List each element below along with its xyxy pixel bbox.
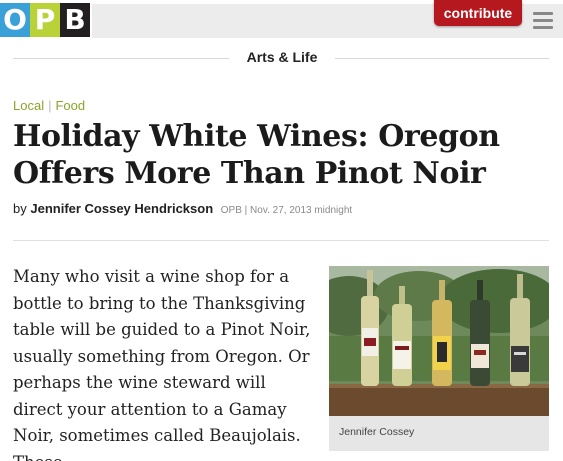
- contribute-button[interactable]: contribute: [434, 0, 522, 26]
- site-header: O P B contribute: [0, 0, 563, 40]
- section-rule-right: [335, 58, 549, 59]
- category-food-link[interactable]: Food: [55, 98, 85, 113]
- category-separator: |: [48, 98, 52, 113]
- logo-letter-o: O: [0, 3, 30, 37]
- category-local-link[interactable]: Local: [13, 98, 44, 113]
- wine-bottles-photo[interactable]: [329, 266, 549, 416]
- section-title[interactable]: Arts & Life: [240, 49, 324, 65]
- logo-letter-b: B: [60, 3, 90, 37]
- byline-prefix: by: [13, 201, 27, 216]
- article-figure: Jennifer Cossey: [329, 266, 549, 451]
- category-links: Local | Food: [13, 98, 85, 113]
- byline-divider: [13, 240, 549, 241]
- byline: by Jennifer Cossey Hendrickson OPB | Nov…: [13, 201, 352, 216]
- section-rule-left: [13, 58, 229, 59]
- logo-letter-p: P: [30, 3, 60, 37]
- opb-logo[interactable]: O P B: [0, 3, 90, 37]
- author-link[interactable]: Jennifer Cossey Hendrickson: [30, 201, 213, 216]
- article-body: Many who visit a wine shop for a bottle …: [13, 267, 311, 461]
- article-title: Holiday White Wines: Oregon Offers More …: [13, 119, 500, 191]
- image-caption: Jennifer Cossey: [339, 426, 415, 438]
- article-meta: OPB | Nov. 27, 2013 midnight: [220, 205, 353, 216]
- hamburger-menu-icon[interactable]: [533, 12, 553, 30]
